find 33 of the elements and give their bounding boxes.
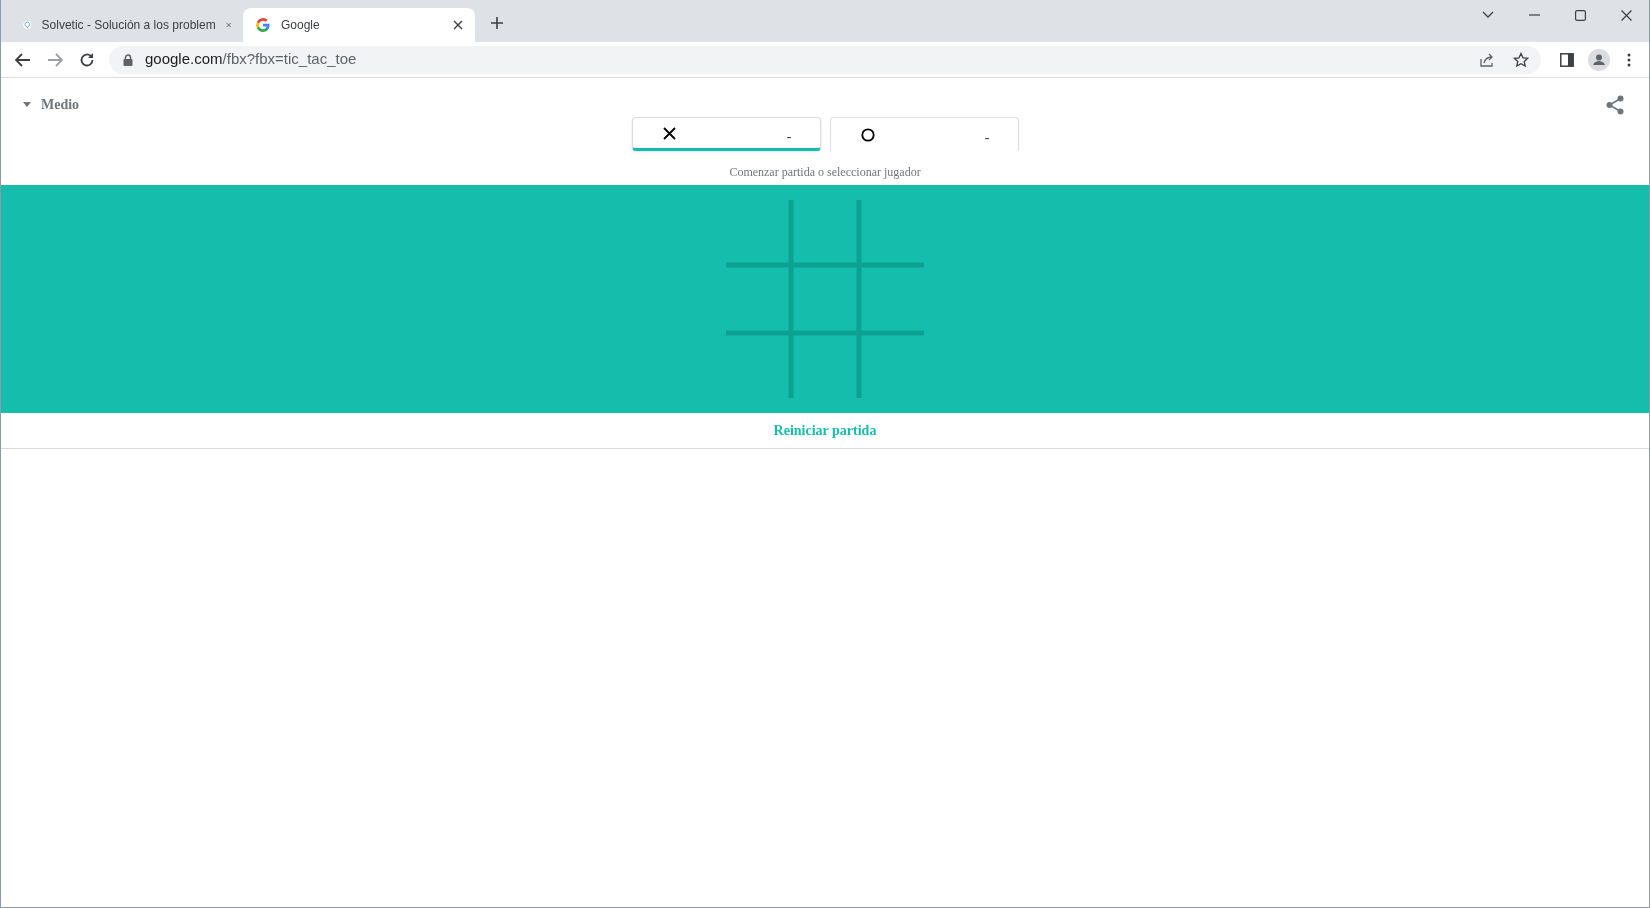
tab-title: Solvetic - Solución a los problem	[41, 17, 216, 34]
reload-icon	[79, 51, 95, 68]
side-panel-icon	[1560, 52, 1574, 67]
x-mark-icon	[662, 126, 676, 140]
share-icon	[1606, 94, 1624, 115]
circle-icon	[860, 127, 875, 142]
chevron-down-icon	[1482, 11, 1494, 19]
difficulty-dropdown[interactable]: Medio	[23, 94, 80, 115]
g-logo-icon	[255, 17, 271, 33]
url-text: google.com/fbx?fbx=tic_tac_toe	[145, 49, 357, 70]
player-score: -	[786, 127, 792, 146]
close-icon	[225, 20, 231, 30]
player-card[interactable]: -	[631, 117, 821, 151]
browser-tab[interactable]: Google	[243, 8, 475, 42]
browser-tab[interactable]: Solvetic - Solución a los problem	[11, 8, 243, 42]
status-caption: Comenzar partida o seleccionar jugador	[728, 164, 922, 181]
address-bar[interactable]: google.com/fbx?fbx=tic_tac_toe	[109, 45, 1541, 74]
plus-icon	[490, 16, 504, 30]
lock-icon	[123, 53, 133, 66]
forward-arrow-icon	[47, 52, 63, 67]
minimize-icon	[1528, 14, 1540, 16]
player-score: -	[984, 129, 990, 147]
player-card[interactable]: -	[829, 117, 1019, 151]
close-icon	[1620, 9, 1632, 21]
dropdown-triangle-icon	[23, 102, 31, 107]
back-arrow-icon	[15, 52, 31, 67]
share-icon	[1479, 51, 1495, 68]
tab-title: Google	[281, 17, 321, 34]
avatar-icon	[1588, 48, 1610, 71]
star-icon	[1513, 51, 1529, 68]
maximize-icon	[1574, 9, 1586, 21]
kebab-menu-icon	[1627, 52, 1631, 67]
close-icon	[453, 20, 463, 30]
